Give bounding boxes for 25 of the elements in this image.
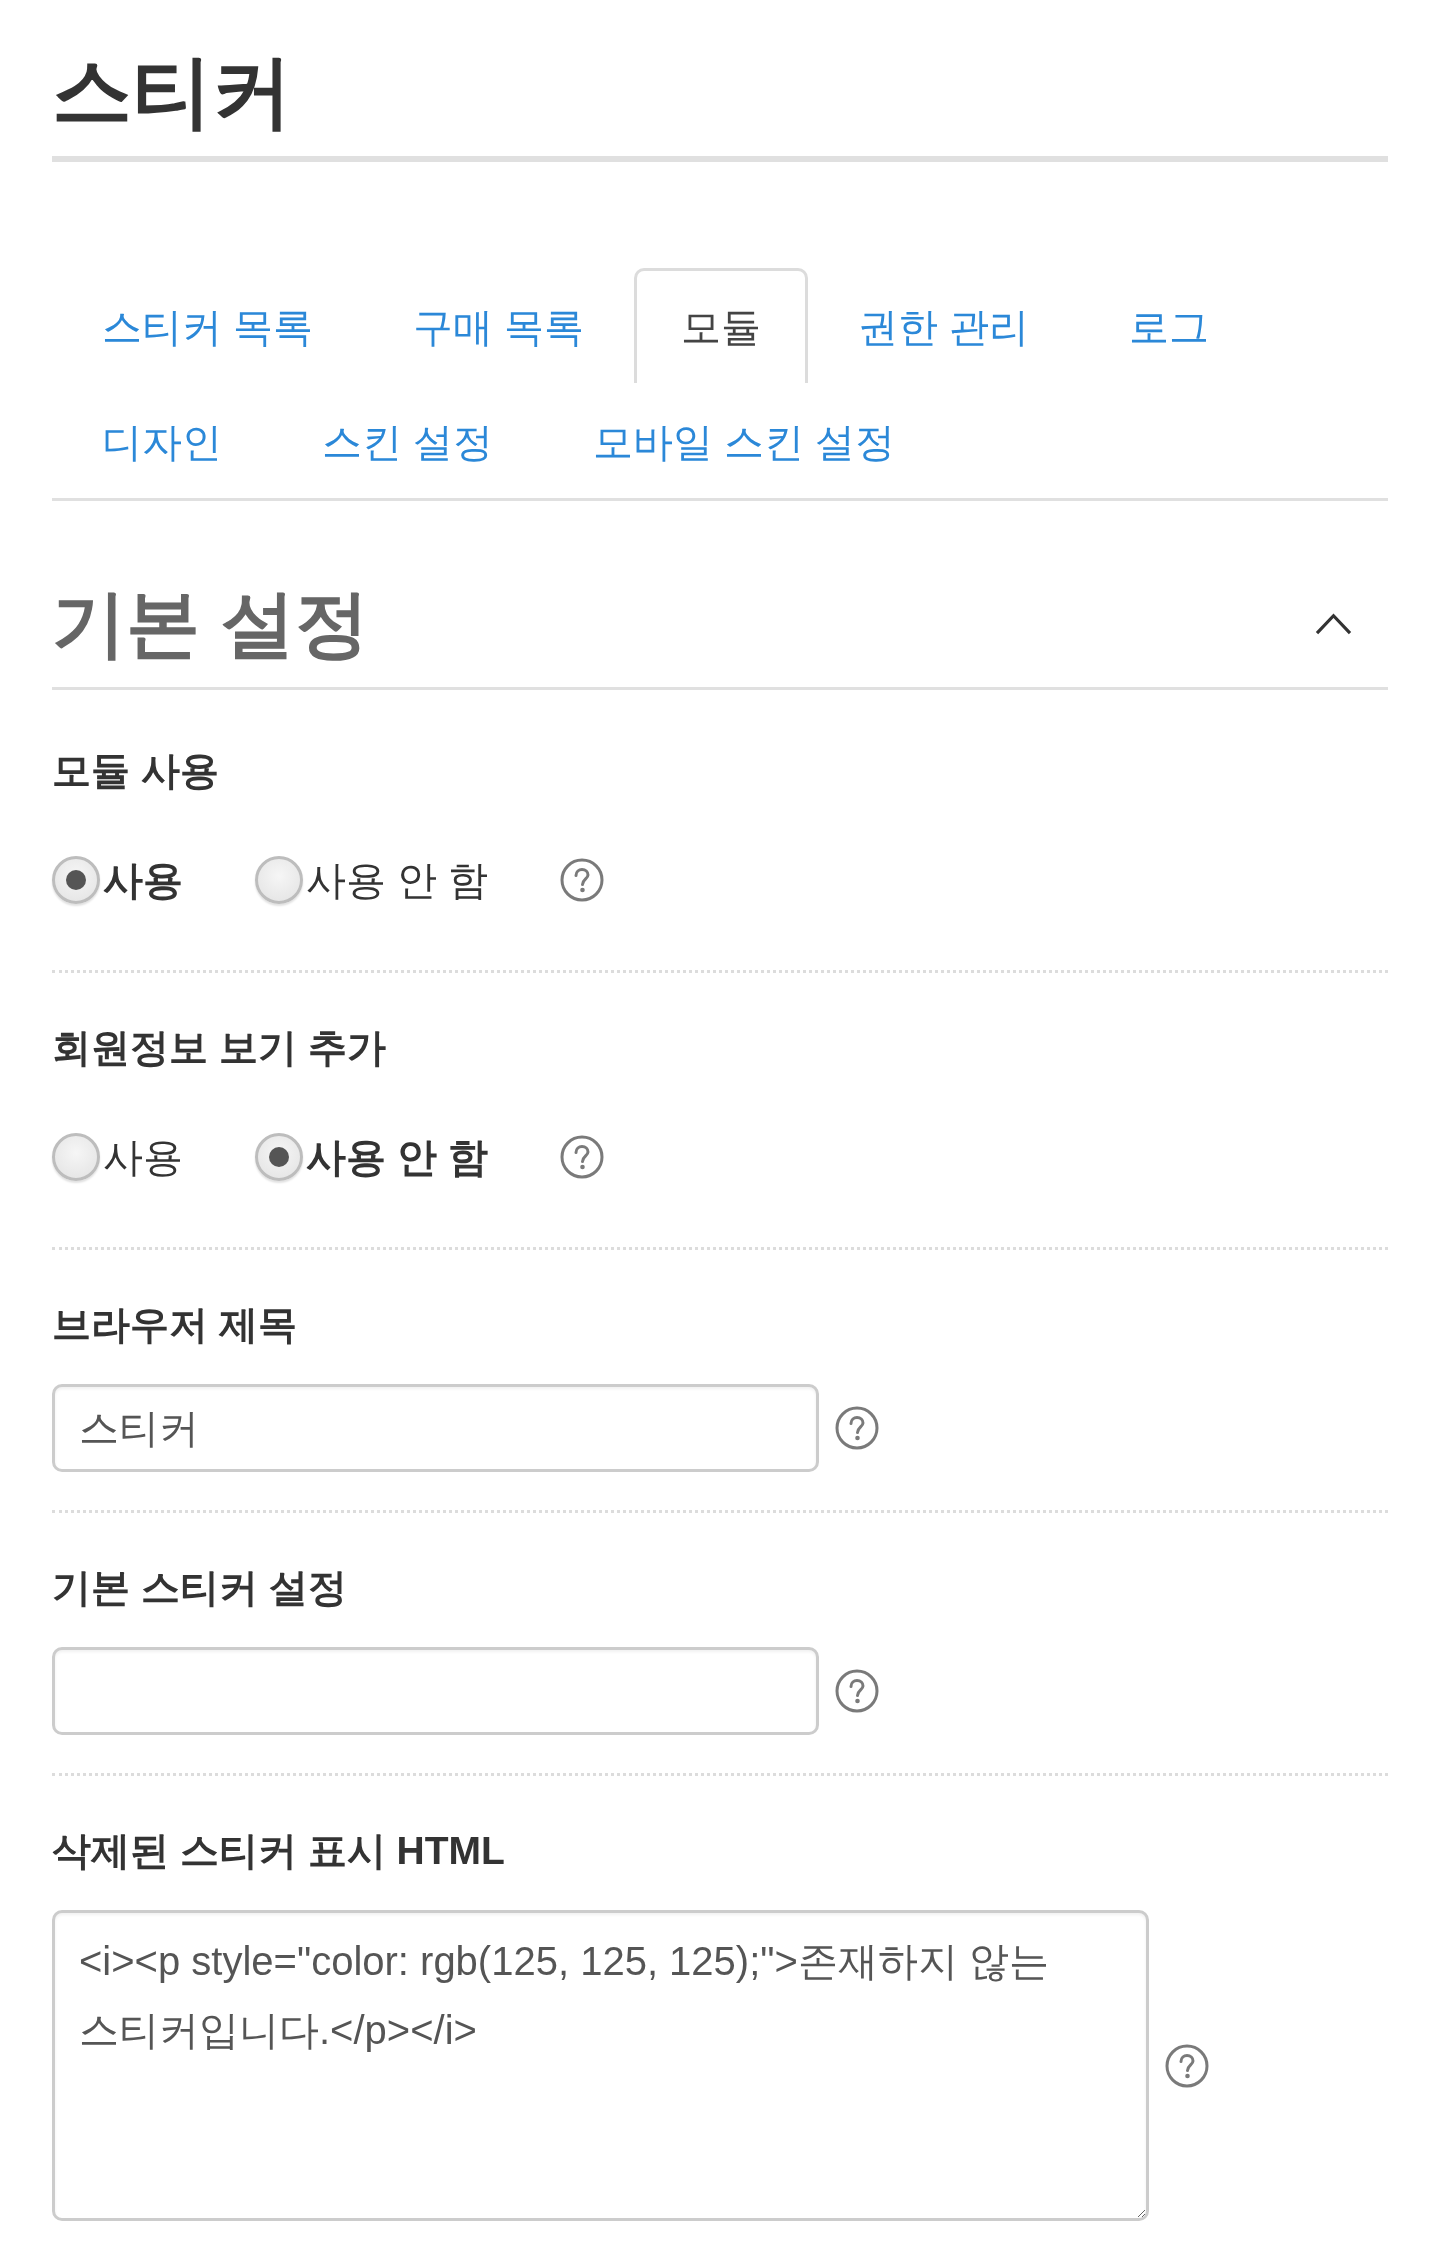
tab[interactable]: 모듈: [634, 268, 809, 383]
help-icon[interactable]: [835, 1669, 879, 1713]
radio-label[interactable]: 사용 안 함: [306, 852, 489, 908]
chevron-up-icon[interactable]: [1315, 613, 1352, 635]
input-field[interactable]: 스티커: [52, 1384, 819, 1472]
field-label: 기본 스티커 설정: [52, 1565, 348, 1611]
radio-button[interactable]: [255, 1133, 303, 1181]
field-label: 모듈 사용: [52, 748, 220, 794]
field-label: 브라우저 제목: [52, 1302, 298, 1348]
help-icon[interactable]: [835, 1406, 879, 1450]
radio-label[interactable]: 사용: [103, 1129, 183, 1185]
input-field[interactable]: [52, 1647, 819, 1735]
help-icon[interactable]: [560, 858, 605, 902]
page-title: 스티커: [52, 46, 292, 138]
field-label: 회원정보 보기 추가: [52, 1025, 387, 1071]
field-label: 삭제된 스티커 표시 HTML: [52, 1828, 506, 1874]
radio-button[interactable]: [52, 1133, 100, 1181]
radio-button[interactable]: [52, 856, 100, 904]
radio-label[interactable]: 사용 안 함: [306, 1129, 489, 1185]
help-icon[interactable]: [1165, 2043, 1209, 2088]
textarea-field[interactable]: <i><p style="color: rgb(125, 125, 125);">존재하지 않는 스티커입니다.</p></i>: [52, 1910, 1149, 2221]
radio-label[interactable]: 사용: [103, 852, 183, 908]
radio-button[interactable]: [255, 856, 303, 904]
help-icon[interactable]: [560, 1135, 605, 1179]
section-title: 기본 설정: [52, 581, 369, 667]
